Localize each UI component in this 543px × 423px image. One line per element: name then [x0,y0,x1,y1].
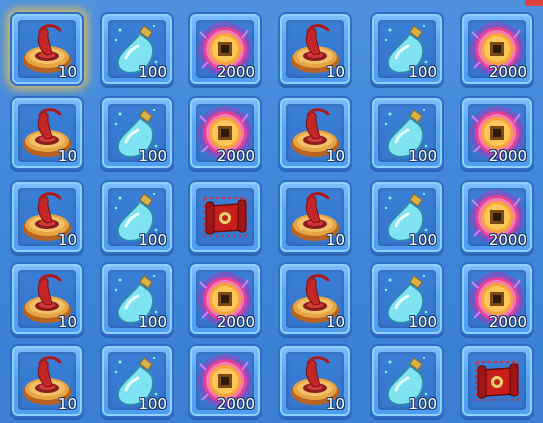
item-count: 100 [138,313,167,331]
item-count: 10 [325,231,345,249]
item-count: 2000 [488,147,527,165]
reward-slot-potion[interactable]: 100 [370,180,444,254]
reward-slot-incense[interactable]: 10 [278,344,352,418]
item-count: 2000 [216,313,255,331]
reward-slot-potion[interactable]: 100 [100,12,174,86]
item-count: 10 [57,231,77,249]
reward-grid: 10 100 2000 10 100 2000 10 100 2000 10 1… [0,0,543,423]
reward-slot-incense[interactable]: 10 [10,12,84,86]
reward-slot-potion[interactable]: 100 [370,262,444,336]
reward-slot-scroll[interactable] [188,180,262,254]
item-count: 100 [138,63,167,81]
item-count: 100 [408,395,437,413]
item-count: 2000 [488,231,527,249]
reward-slot-incense[interactable]: 10 [278,12,352,86]
item-count: 10 [325,147,345,165]
item-count: 10 [325,395,345,413]
reward-slot-coin[interactable]: 2000 [188,262,262,336]
reward-slot-coin[interactable]: 2000 [460,12,534,86]
item-count: 2000 [216,395,255,413]
item-count: 10 [325,63,345,81]
reward-slot-potion[interactable]: 100 [100,96,174,170]
reward-slot-incense[interactable]: 10 [10,96,84,170]
reward-slot-potion[interactable]: 100 [370,96,444,170]
item-count: 10 [57,147,77,165]
reward-slot-coin[interactable]: 2000 [460,180,534,254]
item-count: 2000 [216,63,255,81]
red-scroll-icon [475,361,519,401]
item-count: 100 [408,313,437,331]
reward-slot-incense[interactable]: 10 [10,262,84,336]
item-count: 10 [57,63,77,81]
item-count: 2000 [488,313,527,331]
item-count: 100 [138,147,167,165]
item-count: 100 [408,147,437,165]
reward-slot-incense[interactable]: 10 [10,180,84,254]
close-button-edge[interactable] [525,0,543,6]
item-count: 100 [138,231,167,249]
reward-slot-potion[interactable]: 100 [100,180,174,254]
reward-slot-incense[interactable]: 10 [278,96,352,170]
item-count: 100 [408,63,437,81]
reward-slot-incense[interactable]: 10 [278,262,352,336]
reward-slot-coin[interactable]: 2000 [188,12,262,86]
reward-slot-incense[interactable]: 10 [278,180,352,254]
item-count: 100 [408,231,437,249]
reward-slot-incense[interactable]: 10 [10,344,84,418]
reward-slot-coin[interactable]: 2000 [188,344,262,418]
reward-slot-potion[interactable]: 100 [370,344,444,418]
item-count: 2000 [216,147,255,165]
reward-slot-scroll[interactable] [460,344,534,418]
reward-slot-coin[interactable]: 2000 [460,262,534,336]
reward-slot-coin[interactable]: 2000 [460,96,534,170]
reward-slot-potion[interactable]: 100 [100,262,174,336]
item-count: 10 [57,313,77,331]
item-count: 10 [325,313,345,331]
item-count: 2000 [488,63,527,81]
reward-slot-potion[interactable]: 100 [100,344,174,418]
red-scroll-icon [203,197,247,237]
reward-slot-coin[interactable]: 2000 [188,96,262,170]
item-count: 10 [57,395,77,413]
item-count: 100 [138,395,167,413]
reward-slot-potion[interactable]: 100 [370,12,444,86]
